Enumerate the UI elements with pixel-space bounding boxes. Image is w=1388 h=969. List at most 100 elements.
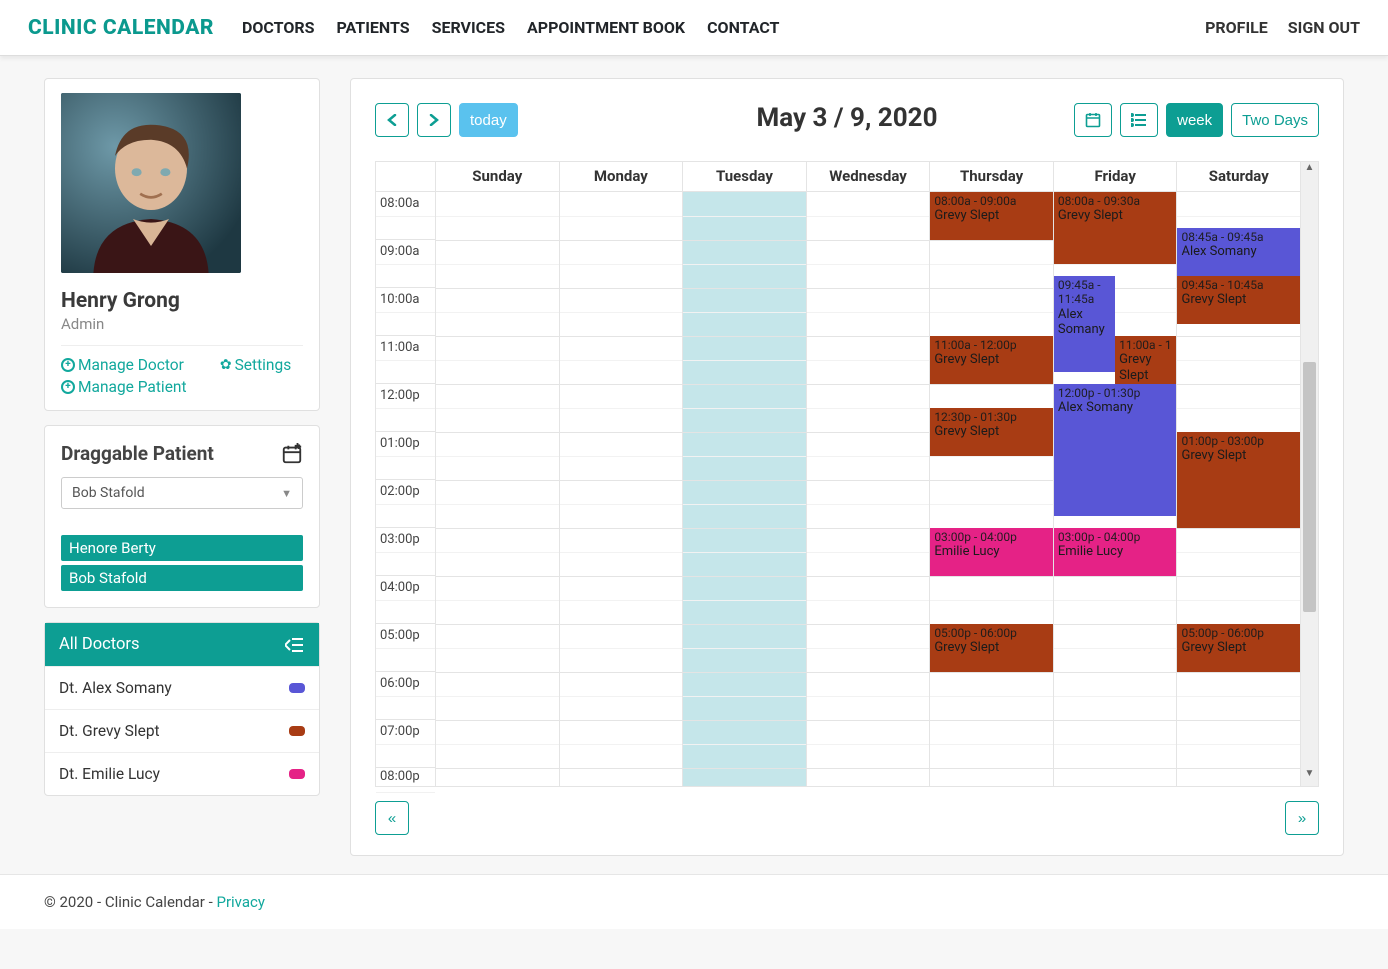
calendar-event[interactable]: 09:45a - 11:45aAlex Somany — [1054, 276, 1115, 372]
all-doctors-header[interactable]: All Doctors — [45, 623, 319, 666]
month-view-button[interactable] — [1074, 103, 1112, 137]
day-header: Wednesday — [807, 162, 930, 192]
doctor-color-dot — [289, 683, 305, 693]
footer-next-button[interactable]: » — [1285, 801, 1319, 835]
day-column[interactable]: Tuesday — [683, 162, 807, 786]
nav-item[interactable]: PROFILE — [1205, 18, 1268, 37]
manage-doctor-link[interactable]: +Manage Doctor — [61, 356, 184, 374]
calendar-add-icon[interactable] — [281, 443, 303, 465]
draggable-title: Draggable Patient — [61, 442, 214, 465]
nav-item[interactable]: CONTACT — [707, 18, 779, 37]
day-header: Friday — [1054, 162, 1177, 192]
patient-select[interactable]: Bob Stafold ▼ — [61, 477, 303, 509]
next-button[interactable] — [417, 103, 451, 137]
day-column[interactable]: Wednesday — [807, 162, 931, 786]
event-title: Emilie Lucy — [1058, 544, 1173, 560]
day-column[interactable]: Saturday08:45a - 09:45aAlex Somany09:45a… — [1177, 162, 1300, 786]
calendar-event[interactable]: 03:00p - 04:00pEmilie Lucy — [930, 528, 1053, 576]
day-header: Saturday — [1177, 162, 1300, 192]
day-column[interactable]: Monday — [560, 162, 684, 786]
hour-label: 09:00a — [376, 240, 435, 288]
event-time: 01:00p - 03:00p — [1181, 434, 1296, 448]
time-axis: 08:00a09:00a10:00a11:00a12:00p01:00p02:0… — [376, 162, 436, 786]
calendar-event[interactable]: 08:45a - 09:45aAlex Somany — [1177, 228, 1300, 276]
nav-item[interactable]: APPOINTMENT BOOK — [527, 18, 685, 37]
plus-circle-icon: + — [61, 380, 75, 394]
calendar-event[interactable]: 12:00p - 01:30pAlex Somany — [1054, 384, 1177, 516]
event-title: Alex Somany — [1058, 307, 1111, 338]
today-button[interactable]: today — [459, 103, 518, 137]
scroll-thumb[interactable] — [1303, 362, 1316, 612]
doctor-name: Dt. Grevy Slept — [59, 722, 160, 740]
brand-logo[interactable]: CLINIC CALENDAR — [28, 16, 214, 40]
hour-label: 11:00a — [376, 336, 435, 384]
calendar-event[interactable]: 08:00a - 09:00aGrevy Slept — [930, 192, 1053, 240]
hour-label: 08:00p — [376, 768, 435, 786]
nav-links: DOCTORS PATIENTS SERVICES APPOINTMENT BOOK C… — [242, 18, 780, 37]
hour-label: 06:00p — [376, 672, 435, 720]
nav-item[interactable]: SERVICES — [432, 18, 505, 37]
footer-text: © 2020 - Clinic Calendar - — [44, 893, 216, 911]
calendar-event[interactable]: 08:00a - 09:30aGrevy Slept — [1054, 192, 1177, 264]
list-icon — [1131, 113, 1147, 127]
doctor-filter-row[interactable]: Dt. Emilie Lucy — [45, 752, 319, 795]
calendar-event[interactable]: 11:00a - 1Grevy Slept — [1115, 336, 1176, 384]
calendar-event[interactable]: 09:45a - 10:45aGrevy Slept — [1177, 276, 1300, 324]
doctor-name: Dt. Alex Somany — [59, 679, 172, 697]
event-time: 08:00a - 09:00a — [934, 194, 1049, 208]
calendar-event[interactable]: 01:00p - 03:00pGrevy Slept — [1177, 432, 1300, 528]
scroll-up-icon[interactable]: ▲ — [1301, 162, 1318, 180]
calendar-icon — [1085, 112, 1101, 128]
plus-circle-icon: + — [61, 358, 75, 372]
calendar-scrollbar[interactable]: ▲ ▼ — [1300, 162, 1318, 786]
calendar-event[interactable]: 05:00p - 06:00pGrevy Slept — [1177, 624, 1300, 672]
footer-prev-button[interactable]: « — [375, 801, 409, 835]
event-time: 09:45a - 10:45a — [1181, 278, 1296, 292]
settings-link[interactable]: ✿Settings — [220, 356, 291, 374]
day-column[interactable]: Friday08:00a - 09:30aGrevy Slept 09:45a -… — [1054, 162, 1178, 786]
nav-item[interactable]: PATIENTS — [336, 18, 409, 37]
scroll-down-icon[interactable]: ▼ — [1301, 768, 1318, 786]
calendar-event[interactable]: 12:30p - 01:30pGrevy Slept — [930, 408, 1053, 456]
draggable-patient-chip[interactable]: Bob Stafold — [61, 565, 303, 591]
event-time: 03:00p - 04:00p — [1058, 530, 1173, 544]
event-time: 12:30p - 01:30p — [934, 410, 1049, 424]
doctor-color-dot — [289, 726, 305, 736]
nav-item[interactable]: DOCTORS — [242, 18, 315, 37]
event-title: Grevy Slept — [1181, 292, 1296, 308]
hour-label: 02:00p — [376, 480, 435, 528]
event-time: 11:00a - 1 — [1119, 338, 1172, 352]
event-title: Grevy Slept — [934, 208, 1049, 224]
manage-patient-link[interactable]: +Manage Patient — [61, 378, 187, 396]
profile-card: Henry Grong Admin +Manage Doctor ✿Settin… — [44, 78, 320, 411]
event-title: Grevy Slept — [1119, 352, 1172, 383]
twodays-view-button[interactable]: Two Days — [1231, 103, 1319, 137]
event-time: 05:00p - 06:00p — [1181, 626, 1296, 640]
day-header: Tuesday — [683, 162, 806, 192]
draggable-patient-chip[interactable]: Henore Berty — [61, 535, 303, 561]
prev-button[interactable] — [375, 103, 409, 137]
calendar-event[interactable]: 11:00a - 12:00pGrevy Slept — [930, 336, 1053, 384]
calendar-event[interactable]: 05:00p - 06:00pGrevy Slept — [930, 624, 1053, 672]
hour-label: 12:00p — [376, 384, 435, 432]
doctor-filter-row[interactable]: Dt. Alex Somany — [45, 666, 319, 709]
week-view-button[interactable]: week — [1166, 103, 1223, 137]
nav-right: PROFILE SIGN OUT — [1205, 18, 1360, 37]
list-view-button[interactable] — [1120, 103, 1158, 137]
doctor-filter-card: All Doctors Dt. Alex Somany Dt. Grevy Sle… — [44, 622, 320, 796]
hour-label: 08:00a — [376, 192, 435, 240]
event-time: 09:45a - 11:45a — [1058, 278, 1111, 307]
doctor-filter-row[interactable]: Dt. Grevy Slept — [45, 709, 319, 752]
hour-label: 04:00p — [376, 576, 435, 624]
event-title: Grevy Slept — [934, 640, 1049, 656]
calendar-event[interactable]: 03:00p - 04:00pEmilie Lucy — [1054, 528, 1177, 576]
privacy-link[interactable]: Privacy — [216, 893, 264, 911]
avatar — [61, 93, 241, 273]
day-column[interactable]: Thursday08:00a - 09:00aGrevy Slept11:00a… — [930, 162, 1054, 786]
calendar-card: today week Two Days May 3 / 9, 2020 08:0… — [350, 78, 1344, 856]
event-title: Emilie Lucy — [934, 544, 1049, 560]
all-doctors-label: All Doctors — [59, 635, 140, 654]
nav-item[interactable]: SIGN OUT — [1288, 18, 1360, 37]
day-column[interactable]: Sunday — [436, 162, 560, 786]
event-title: Alex Somany — [1181, 244, 1296, 260]
